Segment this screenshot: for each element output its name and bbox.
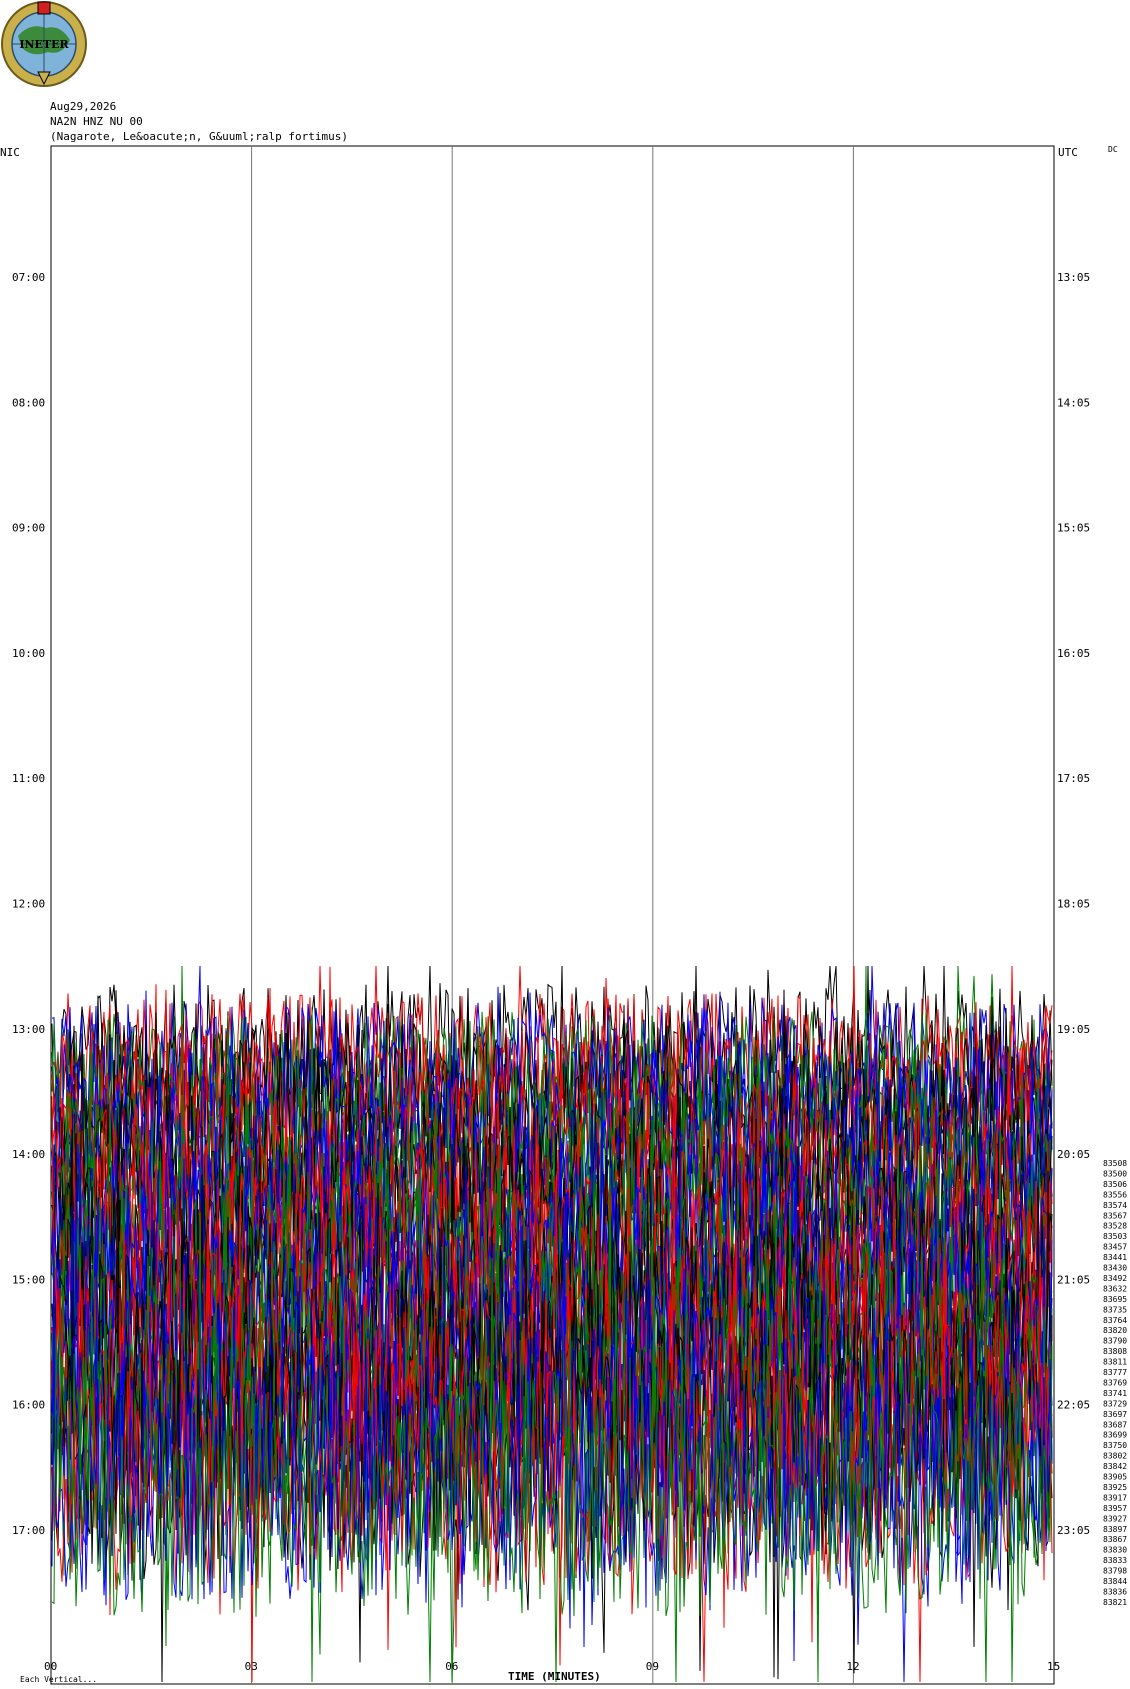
left-hour-label: 08:00 <box>12 396 45 409</box>
dc-value: 83830 <box>1103 1546 1127 1555</box>
dc-value: 83842 <box>1103 1462 1127 1471</box>
dc-value: 83508 <box>1103 1159 1127 1168</box>
dc-value: 83699 <box>1103 1431 1127 1440</box>
right-hour-label: 13:05 <box>1057 271 1090 284</box>
dc-value: 83687 <box>1103 1420 1127 1429</box>
left-hour-label: 12:00 <box>12 898 45 911</box>
dc-value: 83764 <box>1103 1316 1127 1325</box>
left-hour-label: 16:00 <box>12 1399 45 1412</box>
left-axis-title: NIC <box>0 146 20 159</box>
dc-value: 83574 <box>1103 1201 1127 1210</box>
dc-value: 83750 <box>1103 1441 1127 1450</box>
dc-value: 83917 <box>1103 1493 1127 1502</box>
helicorder-plot: NIC UTC DC 07:00 08:00 09:00 10:00 11:00 12:00 13… <box>0 145 1127 1685</box>
dc-value: 83811 <box>1103 1358 1127 1367</box>
dc-value: 83506 <box>1103 1180 1127 1189</box>
dc-value: 83844 <box>1103 1577 1127 1586</box>
right-hour-label: 19:05 <box>1057 1023 1090 1036</box>
dc-value: 83741 <box>1103 1389 1127 1398</box>
left-hour-label: 07:00 <box>12 271 45 284</box>
right-hour-label: 22:05 <box>1057 1399 1090 1412</box>
dc-value: 83430 <box>1103 1264 1127 1273</box>
dc-value: 83867 <box>1103 1535 1127 1544</box>
dc-value: 83927 <box>1103 1514 1127 1523</box>
minute-tick-label: 09 <box>646 1660 659 1673</box>
minute-tick-label: 15 <box>1047 1660 1060 1673</box>
dc-corner-label: DC <box>1108 145 1118 154</box>
minute-tick-label: 12 <box>846 1660 859 1673</box>
dc-value: 83457 <box>1103 1243 1127 1252</box>
right-hour-label: 18:05 <box>1057 898 1090 911</box>
left-hour-label: 09:00 <box>12 522 45 535</box>
right-hour-label: 21:05 <box>1057 1273 1090 1286</box>
minute-tick-label: 06 <box>445 1660 458 1673</box>
seismic-traces <box>51 965 1053 1683</box>
dc-value: 83802 <box>1103 1452 1127 1461</box>
dc-value: 83833 <box>1103 1556 1127 1565</box>
left-hour-label: 17:00 <box>12 1524 45 1537</box>
dc-value: 83897 <box>1103 1525 1127 1534</box>
dc-value: 83695 <box>1103 1295 1127 1304</box>
dc-value: 83790 <box>1103 1337 1127 1346</box>
dc-value: 83925 <box>1103 1483 1127 1492</box>
dc-value: 83957 <box>1103 1504 1127 1513</box>
dc-value: 83777 <box>1103 1368 1127 1377</box>
dc-value: 83492 <box>1103 1274 1127 1283</box>
dc-value: 83836 <box>1103 1587 1127 1596</box>
dc-value: 83500 <box>1103 1169 1127 1178</box>
right-hour-label: 16:05 <box>1057 647 1090 660</box>
left-hour-label: 10:00 <box>12 647 45 660</box>
dc-value: 83769 <box>1103 1378 1127 1387</box>
dc-value: 83528 <box>1103 1222 1127 1231</box>
dc-value: 83905 <box>1103 1473 1127 1482</box>
minute-tick-label: 03 <box>245 1660 258 1673</box>
dc-value: 83697 <box>1103 1410 1127 1419</box>
dc-value: 83735 <box>1103 1305 1127 1314</box>
dc-value: 83808 <box>1103 1347 1127 1356</box>
right-hour-label: 20:05 <box>1057 1148 1090 1161</box>
left-hour-label: 13:00 <box>12 1023 45 1036</box>
x-axis-title: TIME (MINUTES) <box>508 1670 601 1683</box>
right-hour-label: 23:05 <box>1057 1524 1090 1537</box>
dc-value: 83556 <box>1103 1190 1127 1199</box>
right-hour-label: 15:05 <box>1057 522 1090 535</box>
right-axis-title: UTC <box>1058 146 1078 159</box>
footer-note: Each Vertical... <box>20 1675 97 1684</box>
dc-value: 83567 <box>1103 1211 1127 1220</box>
dc-value: 83798 <box>1103 1567 1127 1576</box>
dc-value: 83820 <box>1103 1326 1127 1335</box>
dc-value: 83729 <box>1103 1399 1127 1408</box>
left-hour-label: 15:00 <box>12 1273 45 1286</box>
dc-value: 83441 <box>1103 1253 1127 1262</box>
minute-tick-label: 00 <box>44 1660 57 1673</box>
right-hour-label: 17:05 <box>1057 772 1090 785</box>
dc-value: 83503 <box>1103 1232 1127 1241</box>
left-hour-label: 14:00 <box>12 1148 45 1161</box>
left-hour-label: 11:00 <box>12 772 45 785</box>
right-hour-label: 14:05 <box>1057 396 1090 409</box>
dc-value: 83632 <box>1103 1284 1127 1293</box>
dc-value: 83821 <box>1103 1598 1127 1607</box>
